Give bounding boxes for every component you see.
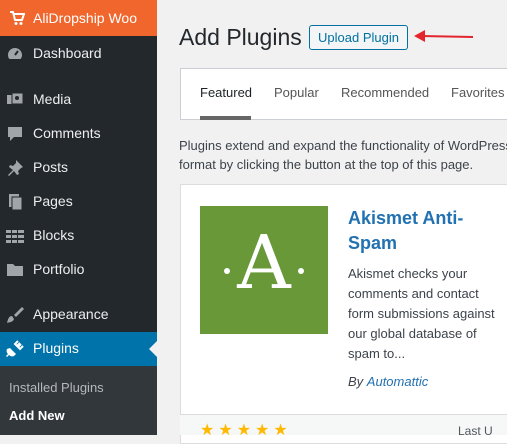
star-rating: ★★★★★: [200, 422, 292, 439]
sidebar-item-label: Posts: [33, 159, 69, 175]
sidebar-item-label: Pages: [33, 193, 73, 209]
akismet-logo-icon[interactable]: A: [200, 206, 328, 334]
upload-plugin-button[interactable]: Upload Plugin: [309, 25, 408, 50]
sidebar-item-dashboard[interactable]: Dashboard: [0, 37, 157, 71]
logo-letter: A: [237, 220, 291, 306]
sidebar-item-label: Appearance: [33, 306, 109, 322]
active-tab-indicator: [200, 116, 251, 120]
sidebar-item-portfolio[interactable]: Portfolio: [0, 253, 157, 287]
sidebar-item-label: Plugins: [33, 340, 79, 356]
plugin-icon: [6, 340, 24, 358]
last-updated-label: Last U: [458, 424, 493, 438]
logo-dot: [298, 268, 304, 274]
dashboard-icon: [6, 45, 24, 63]
page-description: Plugins extend and expand the functional…: [179, 136, 507, 174]
sidebar-item-label: AliDropship Woo: [33, 10, 138, 26]
tab-favorites[interactable]: Favorites: [451, 85, 504, 100]
plugins-submenu: Installed Plugins Add New: [0, 366, 157, 435]
tab-featured[interactable]: Featured: [200, 85, 252, 100]
sidebar-item-alidropship[interactable]: AliDropship Woo: [0, 0, 157, 36]
paintbrush-icon: [6, 306, 24, 324]
sidebar-item-label: Portfolio: [33, 261, 85, 277]
sidebar-item-pages[interactable]: Pages: [0, 185, 157, 219]
submenu-item-installed-plugins[interactable]: Installed Plugins: [9, 380, 104, 395]
sidebar-item-label: Comments: [33, 125, 101, 141]
sidebar-item-label: Dashboard: [33, 45, 102, 61]
author-link[interactable]: Automattic: [367, 374, 428, 389]
description-line: Plugins extend and expand the functional…: [179, 138, 507, 153]
pages-icon: [6, 193, 24, 211]
sidebar-item-comments[interactable]: Comments: [0, 117, 157, 151]
plugin-description: Akismet checks your comments and contact…: [348, 266, 495, 361]
plugin-name-link[interactable]: Akismet Anti-Spam: [348, 206, 498, 256]
sidebar-item-label: Media: [33, 91, 72, 107]
admin-sidebar: AliDropship Woo Dashboard Media Comments…: [0, 0, 157, 435]
page-title: Add Plugins: [179, 24, 302, 50]
sidebar-item-plugins[interactable]: Plugins: [0, 332, 157, 366]
cart-icon: [9, 10, 26, 31]
folder-icon: [6, 261, 24, 279]
submenu-item-add-new[interactable]: Add New: [9, 408, 65, 423]
red-arrow-annotation: [414, 30, 474, 42]
tab-recommended[interactable]: Recommended: [341, 85, 429, 100]
media-icon: [6, 91, 24, 109]
author-prefix: By: [348, 374, 364, 389]
comments-icon: [6, 125, 24, 143]
sidebar-item-appearance[interactable]: Appearance: [0, 298, 157, 332]
pushpin-icon: [6, 159, 24, 177]
sidebar-item-label: Blocks: [33, 227, 75, 243]
description-line: format by clicking the button at the top…: [179, 157, 474, 172]
sidebar-item-media[interactable]: Media: [0, 83, 157, 117]
blocks-icon: [6, 227, 24, 245]
sidebar-item-blocks[interactable]: Blocks: [0, 219, 157, 253]
tab-popular[interactable]: Popular: [274, 85, 319, 100]
plugin-author: By Automattic: [348, 374, 428, 389]
sidebar-item-posts[interactable]: Posts: [0, 151, 157, 185]
